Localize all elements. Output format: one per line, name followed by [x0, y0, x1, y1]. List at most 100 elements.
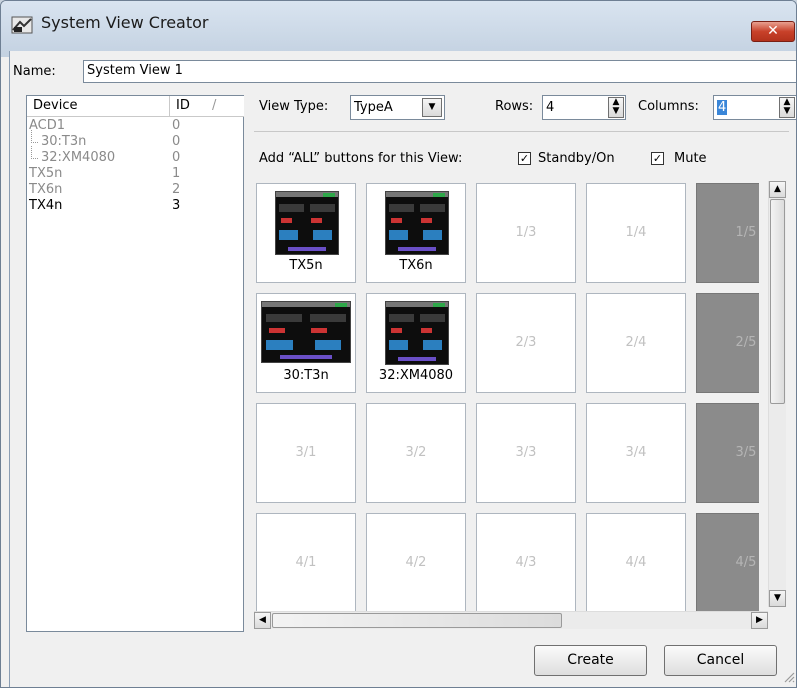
id-column-header[interactable]: ID / — [170, 96, 244, 117]
spin-up-down-icon: ▲ ▼ — [612, 97, 620, 116]
device-row[interactable]: ACD1 0 — [27, 118, 243, 134]
grid-cell-label: 4/2 — [405, 555, 427, 570]
grid-cell-empty[interactable]: 2/4 — [586, 293, 686, 393]
device-row[interactable]: TX6n 2 — [27, 182, 243, 198]
vertical-scroll-thumb[interactable] — [770, 199, 785, 404]
grid-vertical-scrollbar[interactable]: ▲ ▼ — [768, 181, 786, 607]
grid-cell-label: 2/5 — [735, 335, 757, 350]
chevron-down-icon: ▼ — [428, 102, 436, 112]
grid-cell-label: 1/3 — [515, 225, 537, 240]
grid-cell-empty[interactable]: 3/1 — [256, 403, 356, 503]
tree-branch-icon — [31, 146, 38, 159]
device-thumbnail — [385, 191, 449, 255]
grid-cell-label: 4/1 — [295, 555, 317, 570]
device-thumbnail — [385, 301, 449, 365]
device-row[interactable]: 32:XM4080 0 — [27, 146, 243, 166]
rows-spinner[interactable]: ▲ ▼ — [608, 97, 624, 118]
device-name: TX6n — [29, 182, 63, 197]
grid-cell-empty[interactable]: 4/1 — [256, 513, 356, 611]
grid-cell-device[interactable]: TX6n — [366, 183, 466, 283]
columns-label: Columns: — [638, 99, 699, 114]
horizontal-scroll-thumb[interactable] — [272, 613, 562, 628]
grid-cell-empty[interactable]: 2/5 — [696, 293, 759, 393]
grid-cell-empty[interactable]: 1/5 — [696, 183, 759, 283]
grid-cell-label: 3/5 — [735, 445, 757, 460]
columns-value: 4 — [717, 100, 728, 115]
grid-cell-empty[interactable]: 1/3 — [476, 183, 576, 283]
mute-checkbox[interactable]: ✓ — [651, 152, 664, 165]
device-id: 0 — [172, 118, 181, 133]
rows-value: 4 — [546, 100, 555, 115]
name-input[interactable]: System View 1 — [83, 60, 796, 83]
arrow-left-icon: ◀ — [259, 615, 266, 625]
device-row[interactable]: 30:T3n 0 — [27, 130, 243, 150]
grid-cell-label: 4/3 — [515, 555, 537, 570]
scroll-down-button[interactable]: ▼ — [769, 590, 786, 607]
create-button[interactable]: Create — [534, 645, 647, 676]
grid-cell-empty[interactable]: 4/3 — [476, 513, 576, 611]
device-name: TX4n — [29, 198, 63, 213]
grid-cell-label: 1/4 — [625, 225, 647, 240]
view-type-dropdown-button[interactable]: ▼ — [422, 98, 442, 117]
grid-cell-label: 1/5 — [735, 225, 757, 240]
grid-cell-empty[interactable]: 4/2 — [366, 513, 466, 611]
sort-indicator-icon: / — [212, 98, 217, 113]
device-list[interactable]: Device ID / ACD1 0 30:T3n 0 32:XM4080 0 TX5n 1 T… — [26, 95, 244, 632]
system-view-creator-window: System View Creator ✕ Name: System View … — [0, 0, 797, 688]
columns-spinner[interactable]: ▲ ▼ — [779, 97, 795, 118]
arrow-right-icon: ▶ — [756, 615, 763, 625]
arrow-up-icon: ▲ — [774, 184, 781, 194]
grid-cell-empty[interactable]: 1/4 — [586, 183, 686, 283]
device-id: 2 — [172, 182, 181, 197]
view-type-label: View Type: — [259, 99, 329, 114]
rows-label: Rows: — [495, 99, 534, 114]
grid-cell-device[interactable]: 32:XM4080 — [366, 293, 466, 393]
grid-cell-empty[interactable]: 2/3 — [476, 293, 576, 393]
grid-cell-empty[interactable]: 3/3 — [476, 403, 576, 503]
cancel-button[interactable]: Cancel — [664, 645, 777, 676]
resize-grip-icon[interactable] — [783, 671, 795, 683]
device-row[interactable]: TX4n 3 — [27, 198, 243, 214]
view-layout-grid[interactable]: TX5n TX6n 1/3 1/4 1/5 30:T3n 32:XM4080 2/3 2/4 2/… — [254, 181, 759, 611]
grid-cell-empty[interactable]: 3/2 — [366, 403, 466, 503]
scroll-up-button[interactable]: ▲ — [769, 181, 786, 198]
id-column-label: ID — [176, 98, 190, 113]
grid-cell-label: 4/5 — [735, 555, 757, 570]
grid-horizontal-scrollbar[interactable]: ◀ ▶ — [254, 611, 768, 629]
grid-cell-device[interactable]: 30:T3n — [256, 293, 356, 393]
grid-cell-label: 32:XM4080 — [378, 368, 454, 383]
grid-cell-label: 2/4 — [625, 335, 647, 350]
arrow-down-icon: ▼ — [774, 593, 781, 603]
grid-cell-empty[interactable]: 3/5 — [696, 403, 759, 503]
grid-cell-label: 3/4 — [625, 445, 647, 460]
close-icon: ✕ — [767, 23, 779, 39]
tree-branch-icon — [31, 130, 38, 143]
close-button[interactable]: ✕ — [751, 21, 795, 42]
scroll-left-button[interactable]: ◀ — [254, 612, 271, 629]
grid-cell-empty[interactable]: 4/5 — [696, 513, 759, 611]
system-view-app-icon — [11, 16, 33, 34]
device-row[interactable]: TX5n 1 — [27, 166, 243, 182]
spin-up-down-icon: ▲ ▼ — [783, 97, 791, 116]
all-buttons-label: Add “ALL” buttons for this View: — [259, 151, 463, 166]
device-column-header[interactable]: Device — [27, 96, 170, 117]
device-thumbnail — [275, 191, 339, 255]
standby-checkbox[interactable]: ✓ — [518, 152, 531, 165]
mute-label: Mute — [674, 151, 707, 166]
grid-cell-label: 3/3 — [515, 445, 537, 460]
scroll-right-button[interactable]: ▶ — [751, 612, 768, 629]
grid-cell-empty[interactable]: 3/4 — [586, 403, 686, 503]
device-name: 32:XM4080 — [41, 150, 116, 165]
grid-cell-label: 3/2 — [405, 445, 427, 460]
grid-cell-device[interactable]: TX5n — [256, 183, 356, 283]
grid-cell-empty[interactable]: 4/4 — [586, 513, 686, 611]
title-bar[interactable]: System View Creator ✕ — [1, 1, 796, 57]
checkmark-icon: ✓ — [519, 152, 530, 165]
device-id: 0 — [172, 150, 181, 165]
checkmark-icon: ✓ — [652, 152, 663, 165]
grid-cell-label: 4/4 — [625, 555, 647, 570]
dialog-body: Name: System View 1 Device ID / ACD1 0 30:… — [9, 51, 796, 687]
device-id: 3 — [172, 198, 181, 213]
grid-cell-label: 30:T3n — [283, 368, 329, 383]
device-id: 0 — [172, 134, 181, 149]
